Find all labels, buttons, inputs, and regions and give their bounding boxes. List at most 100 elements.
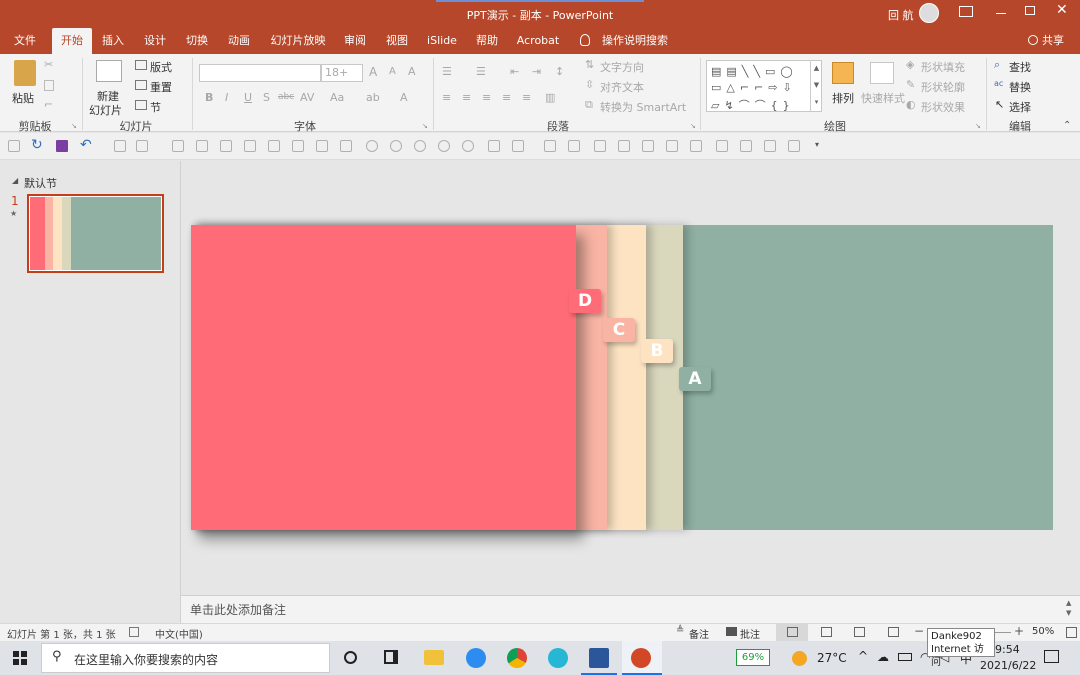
toolbar-tool-icon[interactable] [666, 140, 678, 152]
slide-canvas[interactable]: A B C D [191, 225, 1053, 530]
cortana-icon[interactable] [344, 651, 357, 664]
toolbar-tool-icon[interactable] [136, 140, 148, 152]
toolbar-tool-icon[interactable] [366, 140, 378, 152]
notification-icon[interactable] [1044, 650, 1059, 663]
gallery-scroll[interactable]: ▲ ▼ ▾ [810, 60, 822, 112]
zoom-level[interactable]: 50% [1032, 626, 1054, 637]
change-case-button[interactable]: Aa [330, 91, 344, 104]
grow-font-icon[interactable]: A [369, 65, 377, 79]
strikethrough-button[interactable]: abc [278, 92, 294, 102]
italic-button[interactable]: I [225, 91, 228, 104]
replace-button[interactable]: 替换 [1009, 79, 1031, 95]
underline-button[interactable]: U [244, 91, 252, 104]
bold-button[interactable]: B [205, 91, 213, 104]
toolbar-tool-icon[interactable] [544, 140, 556, 152]
align-right-icon[interactable]: ≡ [482, 91, 491, 104]
toolbar-tool-icon[interactable] [594, 140, 606, 152]
select-button[interactable]: 选择 [1009, 99, 1031, 115]
share-button[interactable]: 共享 [1042, 28, 1064, 54]
paste-button[interactable]: 粘贴 [12, 90, 34, 106]
toolbar-tool-icon[interactable] [340, 140, 352, 152]
paste-icon[interactable] [14, 60, 36, 86]
avatar[interactable] [919, 3, 939, 23]
shapes-row-3[interactable]: ▱↯⌒⌒{} [711, 97, 795, 113]
tab-animations[interactable]: 动画 [222, 28, 256, 54]
toolbar-tool-icon[interactable] [244, 140, 256, 152]
tray-chevron-icon[interactable]: ^ [858, 649, 868, 663]
section-button[interactable]: 节 [150, 99, 161, 115]
minimize-icon[interactable] [996, 13, 1006, 14]
shadow-button[interactable]: S [263, 91, 270, 104]
share-person-icon[interactable] [1028, 35, 1038, 45]
toolbar-tool-icon[interactable] [764, 140, 776, 152]
toolbar-tool-icon[interactable] [462, 140, 474, 152]
file-explorer-icon[interactable] [424, 650, 444, 665]
tab-help[interactable]: 帮助 [470, 28, 504, 54]
highlight-icon[interactable]: ab [366, 91, 380, 104]
section-name[interactable]: 默认节 [24, 175, 57, 191]
shapes-row-2[interactable]: ▭△⌐⌐⇨⇩ [711, 81, 797, 94]
windows-start-icon[interactable] [13, 651, 27, 665]
language-indicator[interactable]: 中文(中国) [155, 626, 203, 641]
new-slide-label-2[interactable]: 幻灯片 [89, 102, 122, 118]
shape-fill-button[interactable]: 形状填充 [921, 59, 965, 75]
align-left-icon[interactable]: ≡ [442, 91, 451, 104]
toolbar-tool-icon[interactable] [414, 140, 426, 152]
toolbar-tool-icon[interactable] [438, 140, 450, 152]
tab-view[interactable]: 视图 [380, 28, 414, 54]
toolbar-tool-icon[interactable] [788, 140, 800, 152]
tab-islide[interactable]: iSlide [422, 28, 462, 54]
distributed-icon[interactable]: ≡ [522, 91, 531, 104]
collapse-ribbon-icon[interactable]: ⌃ [1063, 120, 1071, 131]
shape-outline-button[interactable]: 形状轮廓 [921, 79, 965, 95]
lark-app-icon[interactable] [466, 648, 486, 668]
notes-placeholder[interactable]: 单击此处添加备注 [190, 601, 286, 618]
reading-view-icon[interactable] [854, 627, 865, 637]
panel-d[interactable] [191, 225, 576, 530]
shapes-gallery[interactable]: ▤▤╲╲▭◯ ▭△⌐⌐⇨⇩ ▱↯⌒⌒{} [706, 60, 822, 112]
clock-time[interactable]: 9:54 [995, 643, 1020, 656]
slide-thumbnail[interactable] [27, 194, 164, 273]
restore-icon[interactable] [1025, 6, 1035, 15]
fit-slide-icon[interactable] [1066, 627, 1077, 638]
notes-pane[interactable]: 单击此处添加备注 ▲ ▼ [181, 595, 1080, 623]
comments-toggle[interactable]: 批注 [740, 626, 760, 641]
tab-review[interactable]: 审阅 [338, 28, 372, 54]
toolbar-tool-icon[interactable] [740, 140, 752, 152]
toolbar-tool-icon[interactable] [618, 140, 630, 152]
numbering-icon[interactable]: ☰ [476, 65, 486, 78]
chrome-icon[interactable] [507, 648, 527, 668]
bullets-icon[interactable]: ☰ [442, 65, 452, 78]
toolbar-tool-icon[interactable] [512, 140, 524, 152]
slide-sorter-icon[interactable] [821, 627, 832, 637]
toolbar-tool-icon[interactable] [114, 140, 126, 152]
battery-indicator[interactable]: 69% [736, 649, 770, 666]
toolbar-tool-icon[interactable] [220, 140, 232, 152]
toolbar-tool-icon[interactable] [316, 140, 328, 152]
word-icon[interactable] [589, 648, 609, 668]
toolbar-tool-icon[interactable] [642, 140, 654, 152]
font-size-input[interactable]: 18+ [321, 64, 363, 82]
find-button[interactable]: 查找 [1009, 59, 1031, 75]
tab-transitions[interactable]: 切换 [180, 28, 214, 54]
decrease-indent-icon[interactable]: ⇤ [510, 65, 519, 78]
taskbar-search-box[interactable]: ⚲ 在这里输入你要搜索的内容 [41, 643, 330, 673]
toolbar-tool-icon[interactable] [292, 140, 304, 152]
presenter-icon[interactable] [8, 140, 20, 152]
battery-tray-icon[interactable] [898, 653, 912, 661]
tab-file[interactable]: 文件 [8, 28, 42, 54]
tab-home[interactable]: 开始 [52, 28, 92, 54]
tab-acrobat[interactable]: Acrobat [512, 28, 564, 54]
toolbar-tool-icon[interactable] [488, 140, 500, 152]
dialog-launcher-icon[interactable]: ↘ [690, 122, 696, 130]
align-center-icon[interactable]: ≡ [462, 91, 471, 104]
zoom-out-icon[interactable]: − [914, 624, 924, 638]
clear-format-icon[interactable]: A [408, 65, 416, 78]
tab-label-d[interactable]: D [569, 289, 601, 313]
collapse-section-icon[interactable]: ◢ [12, 176, 18, 185]
onedrive-icon[interactable]: ☁ [877, 650, 889, 664]
reset-button[interactable]: 重置 [150, 79, 172, 95]
columns-icon[interactable]: ▥ [545, 91, 555, 104]
browser-icon[interactable] [548, 648, 568, 668]
shape-effects-button[interactable]: 形状效果 [921, 99, 965, 115]
